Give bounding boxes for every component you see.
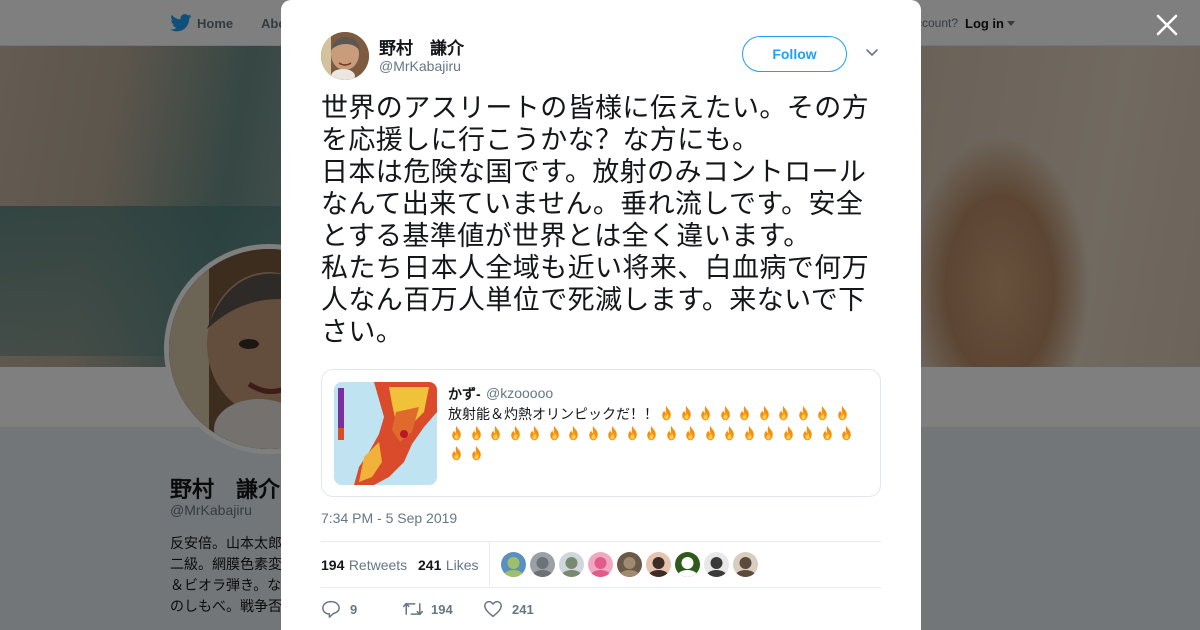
fire-emoji-icon xyxy=(819,424,839,444)
tweet-modal: 野村 謙介 @MrKabajiru Follow 世界のアスリートの皆様に伝えた… xyxy=(281,0,921,630)
fire-emoji-icon xyxy=(799,424,819,444)
fire-emoji-icon xyxy=(526,424,546,444)
likes-stat[interactable]: 241 Likes xyxy=(418,557,479,575)
fire-emoji-icon xyxy=(585,424,605,444)
fire-emoji-icon xyxy=(736,404,756,424)
chevron-down-icon[interactable] xyxy=(865,48,879,58)
quoted-author-name[interactable]: かず- xyxy=(448,384,481,404)
likes-count: 241 xyxy=(418,557,442,573)
fire-emoji-icon xyxy=(697,404,717,424)
tweet-stats: 194 Retweets 241 Likes xyxy=(321,541,881,588)
like-count: 241 xyxy=(512,602,534,617)
quoted-tweet-map-image[interactable] xyxy=(334,382,437,485)
fire-emoji-icon xyxy=(682,424,702,444)
likes-label: Likes xyxy=(445,557,479,573)
fire-emoji-row xyxy=(448,424,868,444)
fire-emoji-icon xyxy=(546,424,566,444)
fire-emoji-icon xyxy=(717,404,737,424)
fire-emoji-icon xyxy=(721,424,741,444)
fire-emoji-icon xyxy=(741,424,761,444)
fire-emoji-icon xyxy=(468,444,488,464)
fire-emoji-icon xyxy=(663,424,683,444)
heart-icon xyxy=(484,600,502,618)
tweet-author-name[interactable]: 野村 謙介 xyxy=(379,34,464,59)
liker-avatar-3[interactable] xyxy=(559,552,584,577)
fire-emoji-icon xyxy=(448,424,468,444)
fire-emoji-row xyxy=(448,444,868,464)
quoted-tweet-text: 放射能＆灼熱オリンピックだ！！ xyxy=(448,404,868,464)
fire-emoji-icon xyxy=(468,424,488,444)
fire-emoji-icon xyxy=(780,424,800,444)
liker-avatar-4[interactable] xyxy=(588,552,613,577)
stats-divider xyxy=(489,542,490,588)
fire-emoji-icon xyxy=(756,404,776,424)
liker-avatar-9[interactable] xyxy=(733,552,758,577)
liker-avatar-1[interactable] xyxy=(501,552,526,577)
tweet-text: 世界のアスリートの皆様に伝えたい。その方を応援しに行こうかな？な方にも。 日本は… xyxy=(321,93,869,347)
quoted-text-line-1: 放射能＆灼熱オリンピックだ！！ xyxy=(448,404,868,424)
author-avatar-photo xyxy=(321,32,369,80)
close-icon[interactable] xyxy=(1154,12,1180,38)
liker-avatar-6[interactable] xyxy=(646,552,671,577)
liker-avatar-5[interactable] xyxy=(617,552,642,577)
quoted-text-content: 放射能＆灼熱オリンピックだ！！ xyxy=(448,406,658,422)
retweet-count: 194 xyxy=(431,602,453,617)
tweet-timestamp[interactable]: 7:34 PM - 5 Sep 2019 xyxy=(321,510,457,526)
fire-emoji-icon xyxy=(624,424,644,444)
quoted-tweet[interactable]: かず- @kzooooo 放射能＆灼熱オリンピックだ！！ xyxy=(321,369,881,497)
liker-avatar-8[interactable] xyxy=(704,552,729,577)
fire-emoji-icon xyxy=(507,424,527,444)
fire-emoji-icon xyxy=(795,404,815,424)
retweet-icon xyxy=(402,602,424,616)
quoted-author-handle[interactable]: @kzooooo xyxy=(486,385,553,401)
fire-emoji-icon xyxy=(604,424,624,444)
fire-emoji-icon xyxy=(814,404,834,424)
fire-emoji-icon xyxy=(775,404,795,424)
fire-emoji-icon xyxy=(565,424,585,444)
reply-count: 9 xyxy=(350,602,358,617)
fire-emoji-icon xyxy=(643,424,663,444)
fire-emoji-icon xyxy=(487,424,507,444)
tweet-author-handle[interactable]: @MrKabajiru xyxy=(379,58,461,74)
author-avatar[interactable] xyxy=(321,32,369,80)
fire-emoji-icon xyxy=(838,424,858,444)
fire-emoji-icon xyxy=(834,404,854,424)
fire-emoji-icon xyxy=(702,424,722,444)
fire-emoji-icon xyxy=(658,404,678,424)
liker-avatar-7[interactable] xyxy=(675,552,700,577)
follow-button[interactable]: Follow xyxy=(742,36,847,72)
retweets-stat[interactable]: 194 Retweets xyxy=(321,557,407,575)
fire-emoji-icon xyxy=(448,444,468,464)
tweet-actions: 9 194 241 xyxy=(321,598,881,622)
liker-avatar-2[interactable] xyxy=(530,552,555,577)
retweets-count: 194 xyxy=(321,557,345,573)
fire-emoji-icon xyxy=(678,404,698,424)
retweets-label: Retweets xyxy=(348,557,408,573)
radiation-map-image xyxy=(334,382,437,485)
fire-emoji-icon xyxy=(760,424,780,444)
reply-icon xyxy=(322,600,340,618)
